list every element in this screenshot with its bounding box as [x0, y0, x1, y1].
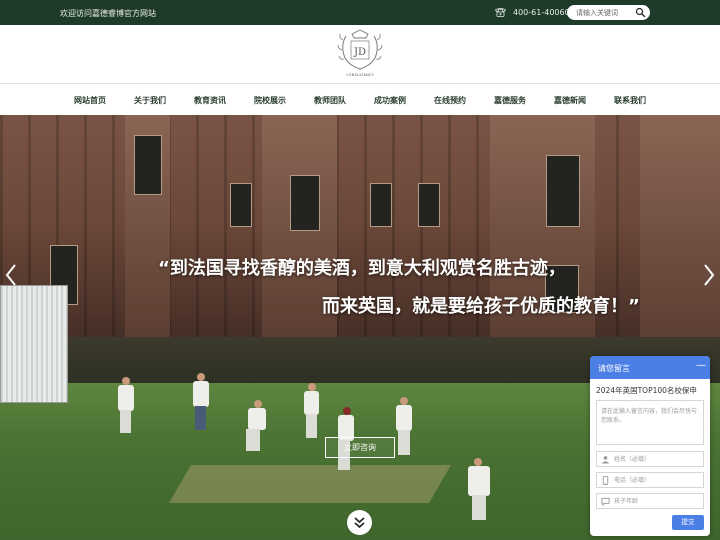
logo-subtitle: CONSULTANCY: [346, 73, 374, 77]
nav-item-contact[interactable]: 联系我们: [614, 95, 646, 106]
phone-icon: [494, 7, 507, 17]
search-box: [567, 5, 650, 20]
logo-initials: JD: [353, 47, 366, 58]
cricket-pitch: [169, 465, 451, 503]
age-input[interactable]: [614, 496, 700, 506]
consult-button[interactable]: 立即咨询: [325, 437, 395, 458]
user-icon: [601, 456, 610, 464]
name-input[interactable]: [614, 454, 700, 464]
submit-button[interactable]: 提交: [672, 515, 704, 530]
phone-input[interactable]: [614, 475, 700, 485]
nav-item-company-news[interactable]: 嘉德新闻: [554, 95, 586, 106]
slider-next-arrow[interactable]: [702, 263, 716, 287]
banner-quote-line-1: “到法国寻找香醇的美酒，到意大利观赏名胜古迹，: [158, 258, 566, 279]
building-tower: [640, 115, 720, 350]
welcome-text: 欢迎访问嘉德睿博官方网站: [60, 9, 156, 18]
slider-prev-arrow[interactable]: [4, 263, 18, 287]
age-field: [596, 493, 704, 509]
name-field: [596, 451, 704, 467]
nav-item-cases[interactable]: 成功案例: [374, 95, 406, 106]
crest-icon: JD: [337, 29, 383, 70]
widget-title: 请您留言: [598, 364, 630, 373]
top-bar: 欢迎访问嘉德睿博官方网站 400-61-40060: [0, 0, 720, 25]
minimize-icon[interactable]: —: [696, 360, 706, 371]
scroll-down-button[interactable]: [347, 510, 372, 535]
nav-item-booking[interactable]: 在线预约: [434, 95, 466, 106]
building-window: [418, 183, 440, 227]
nav-item-services[interactable]: 嘉德服务: [494, 95, 526, 106]
banner-fence: [0, 285, 68, 403]
nav-item-news-education[interactable]: 教育资讯: [194, 95, 226, 106]
nav-item-teachers[interactable]: 教师团队: [314, 95, 346, 106]
widget-message: 2024年英国TOP100名校保申: [596, 386, 697, 395]
chat-icon: [601, 497, 610, 506]
double-chevron-down-icon: [354, 517, 365, 529]
widget-header: 请您留言 —: [590, 356, 710, 379]
building-window: [290, 175, 320, 231]
chevron-left-icon: [5, 264, 16, 286]
nav-item-home[interactable]: 网站首页: [74, 95, 106, 106]
phone-field: [596, 472, 704, 488]
message-textarea[interactable]: [596, 400, 704, 445]
building-window: [370, 183, 392, 227]
site-logo[interactable]: JD CONSULTANCY: [336, 28, 384, 80]
message-widget: 请您留言 — 2024年英国TOP100名校保申 提交: [590, 356, 710, 536]
building-window: [134, 135, 162, 195]
phone-icon: [602, 476, 609, 485]
building-window: [230, 183, 252, 227]
chevron-right-icon: [704, 264, 715, 286]
search-input[interactable]: [576, 7, 634, 18]
search-icon[interactable]: [635, 7, 646, 18]
building-window: [546, 155, 580, 227]
header: JD CONSULTANCY: [0, 25, 720, 84]
hotline: 400-61-40060: [494, 6, 570, 18]
banner-quote-line-2: 而来英国，就是要给孩子优质的教育！”: [322, 296, 640, 317]
main-nav: 网站首页 关于我们 教育资讯 院校展示 教师团队 成功案例 在线预约 嘉德服务 …: [0, 85, 720, 115]
nav-item-about[interactable]: 关于我们: [134, 95, 166, 106]
nav-item-schools[interactable]: 院校展示: [254, 95, 286, 106]
phone-number: 400-61-40060: [513, 7, 570, 17]
